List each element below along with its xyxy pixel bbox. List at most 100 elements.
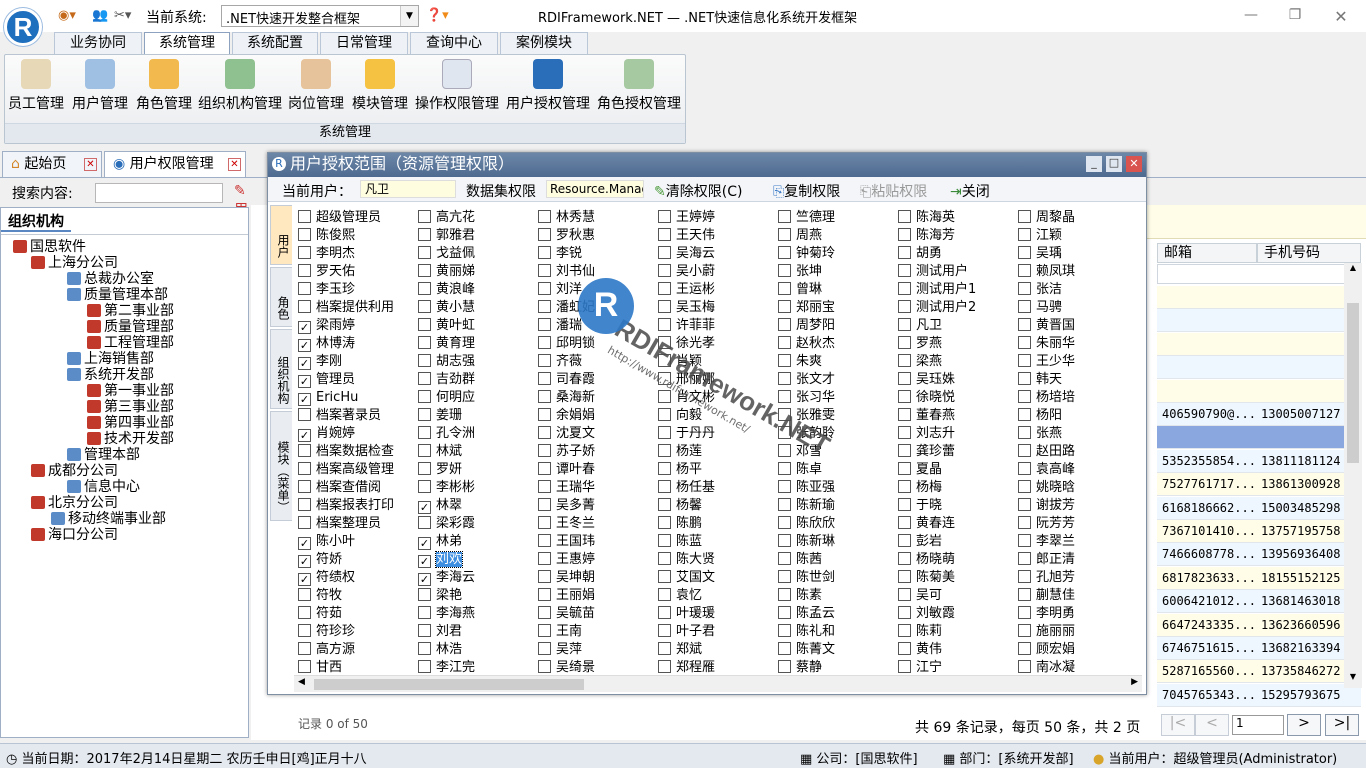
checkbox[interactable] bbox=[1018, 372, 1031, 385]
scroll-left-icon[interactable]: ◀ bbox=[298, 677, 305, 687]
user-checkbox[interactable]: 吴珏姝 bbox=[898, 371, 955, 388]
user-checkbox[interactable]: 档案整理员 bbox=[298, 515, 381, 532]
module-button[interactable]: 模块管理 bbox=[352, 59, 408, 113]
user-checkbox[interactable]: 黄育理 bbox=[418, 335, 475, 352]
checkbox[interactable] bbox=[298, 498, 311, 511]
employee-button[interactable]: 员工管理 bbox=[8, 59, 64, 113]
user-checkbox[interactable]: 王冬兰 bbox=[538, 515, 595, 532]
checkbox[interactable] bbox=[778, 282, 791, 295]
user-checkbox[interactable]: 王瑞华 bbox=[538, 479, 595, 496]
close-icon[interactable]: ✕ bbox=[228, 158, 241, 171]
tab-business[interactable]: 业务协同 bbox=[54, 32, 142, 54]
user-checkbox[interactable]: 郑程雁 bbox=[658, 659, 715, 673]
checkbox[interactable] bbox=[538, 498, 551, 511]
checkbox[interactable] bbox=[418, 390, 431, 403]
user-checkbox[interactable]: 王惠婷 bbox=[538, 551, 595, 568]
checkbox[interactable] bbox=[658, 606, 671, 619]
user-checkbox[interactable]: 张文才 bbox=[778, 371, 835, 388]
tree-node[interactable]: 第二事业部 bbox=[87, 303, 174, 319]
checkbox[interactable] bbox=[898, 444, 911, 457]
restore-icon[interactable]: ❐ bbox=[1286, 7, 1304, 23]
checkbox[interactable] bbox=[538, 462, 551, 475]
user-checkbox[interactable]: 陈新瑜 bbox=[778, 497, 835, 514]
tab-system-admin[interactable]: 系统管理 bbox=[144, 32, 230, 55]
user-checkbox[interactable]: 刘君 bbox=[418, 623, 462, 640]
user-checkbox[interactable]: 苏子娇 bbox=[538, 443, 595, 460]
page-input[interactable]: 1 bbox=[1232, 715, 1284, 735]
user-checkbox[interactable]: 吴绮景 bbox=[538, 659, 595, 673]
tab-user-permission[interactable]: ◉ 用户权限管理 ✕ bbox=[104, 151, 246, 177]
user-checkbox[interactable]: 韩天 bbox=[1018, 371, 1062, 388]
tree-node[interactable]: 工程管理部 bbox=[87, 335, 174, 351]
user-checkbox[interactable]: 潘瑞 bbox=[538, 317, 582, 334]
checkbox[interactable] bbox=[778, 336, 791, 349]
copy-permission-button[interactable]: ⎘复制权限 bbox=[773, 181, 840, 201]
checkbox[interactable] bbox=[538, 480, 551, 493]
checkbox[interactable] bbox=[298, 282, 311, 295]
user-checkbox[interactable]: 吴玉梅 bbox=[658, 299, 715, 316]
user-checkbox[interactable]: 陈蓝 bbox=[658, 533, 702, 550]
user-checkbox[interactable]: 赵田路 bbox=[1018, 443, 1075, 460]
checkbox[interactable] bbox=[1018, 516, 1031, 529]
user-checkbox[interactable]: 黄小慧 bbox=[418, 299, 475, 316]
user-checkbox[interactable]: 李锐 bbox=[538, 245, 582, 262]
user-checkbox[interactable]: 蔡静 bbox=[778, 659, 822, 673]
checkbox[interactable] bbox=[658, 588, 671, 601]
user-checkbox[interactable]: 孔令洲 bbox=[418, 425, 475, 442]
user-checkbox[interactable]: 测试用户2 bbox=[898, 299, 976, 316]
checkbox[interactable] bbox=[538, 210, 551, 223]
user-checkbox[interactable]: 陈素 bbox=[778, 587, 822, 604]
checkbox[interactable] bbox=[898, 354, 911, 367]
side-tab-user[interactable]: 用户 bbox=[270, 205, 292, 265]
user-checkbox[interactable]: 陈海英 bbox=[898, 209, 955, 226]
checkbox[interactable] bbox=[898, 516, 911, 529]
user-checkbox[interactable]: ✓ 林弟 bbox=[418, 533, 462, 550]
checkbox[interactable] bbox=[418, 588, 431, 601]
checkbox[interactable] bbox=[1018, 588, 1031, 601]
user-checkbox[interactable]: 周燕 bbox=[778, 227, 822, 244]
prev-page-button[interactable]: < bbox=[1195, 714, 1229, 736]
user-checkbox[interactable]: 王婷婷 bbox=[658, 209, 715, 226]
checkbox[interactable] bbox=[1018, 408, 1031, 421]
checkbox[interactable] bbox=[538, 246, 551, 259]
user-checkbox[interactable]: 黄丽娣 bbox=[418, 263, 475, 280]
user-checkbox[interactable]: ✓ 符娇 bbox=[298, 551, 342, 568]
checkbox[interactable] bbox=[898, 408, 911, 421]
side-tab-org[interactable]: 组织机构 bbox=[270, 329, 292, 409]
dataset-permission-field[interactable]: Resource.Manag bbox=[546, 180, 644, 198]
tree-node[interactable]: 第一事业部 bbox=[87, 383, 174, 399]
checkbox[interactable] bbox=[898, 570, 911, 583]
checkbox[interactable] bbox=[778, 246, 791, 259]
checkbox[interactable] bbox=[1018, 480, 1031, 493]
user-checkbox[interactable]: 董春燕 bbox=[898, 407, 955, 424]
user-checkbox[interactable]: 吴小蔚 bbox=[658, 263, 715, 280]
user-checkbox[interactable]: 谢拔芳 bbox=[1018, 497, 1075, 514]
user-checkbox[interactable]: ✓ 梁雨婷 bbox=[298, 317, 355, 334]
column-header-mobile[interactable]: 手机号码 bbox=[1257, 243, 1361, 263]
checkbox[interactable] bbox=[538, 390, 551, 403]
checkbox[interactable]: ✓ bbox=[418, 501, 431, 514]
checkbox[interactable] bbox=[418, 246, 431, 259]
checkbox[interactable] bbox=[538, 318, 551, 331]
user-checkbox[interactable]: 张韵聆 bbox=[778, 425, 835, 442]
checkbox[interactable]: ✓ bbox=[298, 429, 311, 442]
checkbox[interactable] bbox=[418, 606, 431, 619]
user-checkbox[interactable]: 黄晋国 bbox=[1018, 317, 1075, 334]
user-checkbox[interactable]: ✓ 刘欢 bbox=[418, 551, 464, 568]
user-checkbox[interactable]: 李明勇 bbox=[1018, 605, 1075, 622]
checkbox[interactable] bbox=[658, 462, 671, 475]
checkbox[interactable] bbox=[778, 372, 791, 385]
user-checkbox[interactable]: 姜珊 bbox=[418, 407, 462, 424]
user-checkbox[interactable]: 陈新琳 bbox=[778, 533, 835, 550]
checkbox[interactable] bbox=[538, 444, 551, 457]
checkbox[interactable] bbox=[538, 228, 551, 241]
user-checkbox[interactable]: 袁忆 bbox=[658, 587, 702, 604]
checkbox[interactable] bbox=[1018, 444, 1031, 457]
user-checkbox[interactable]: 杨平 bbox=[658, 461, 702, 478]
checkbox[interactable] bbox=[1018, 228, 1031, 241]
user-checkbox[interactable]: 李海燕 bbox=[418, 605, 475, 622]
checkbox[interactable] bbox=[658, 624, 671, 637]
user-checkbox[interactable]: 陈欣欣 bbox=[778, 515, 835, 532]
tree-node[interactable]: 管理本部 bbox=[67, 447, 140, 463]
user-checkbox[interactable]: 郭雅君 bbox=[418, 227, 475, 244]
